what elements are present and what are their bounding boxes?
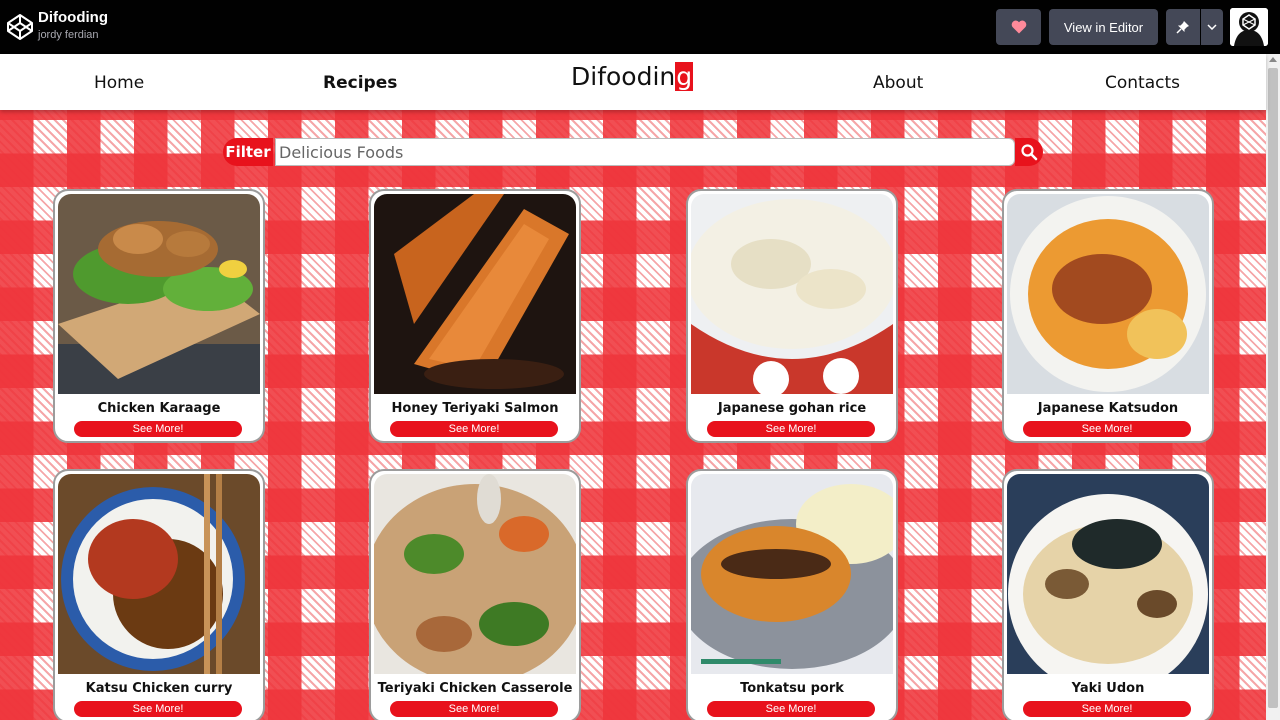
pen-title[interactable]: Difooding (38, 9, 108, 26)
codepen-header: Difooding jordy ferdian View in Editor (0, 0, 1280, 54)
recipe-title: Japanese Katsudon (1037, 401, 1179, 416)
user-avatar[interactable] (1230, 8, 1268, 46)
recipe-card[interactable]: Katsu Chicken curry See More! (53, 469, 265, 720)
nav-recipes[interactable]: Recipes (323, 73, 397, 93)
page-scrollbar[interactable] (1266, 54, 1280, 720)
pin-icon (1176, 21, 1189, 34)
recipe-image-katsudon[interactable] (1007, 194, 1209, 394)
view-in-editor-button[interactable]: View in Editor (1049, 9, 1158, 45)
search-input[interactable] (275, 138, 1015, 166)
nav-home[interactable]: Home (94, 73, 144, 93)
recipe-card[interactable]: Yaki Udon See More! (1002, 469, 1214, 720)
recipe-title: Katsu Chicken curry (85, 681, 233, 696)
see-more-button[interactable]: See More! (74, 421, 242, 437)
recipe-card[interactable]: Honey Teriyaki Salmon See More! (369, 189, 581, 443)
recipe-title: Teriyaki Chicken Casserole (377, 681, 573, 696)
chevron-down-icon (1207, 24, 1217, 30)
pin-options-button[interactable] (1201, 9, 1223, 45)
recipe-card[interactable]: Chicken Karaage See More! (53, 189, 265, 443)
recipe-title: Japanese gohan rice (717, 401, 867, 416)
love-button[interactable] (996, 9, 1041, 45)
scrollbar-thumb[interactable] (1268, 68, 1278, 708)
recipe-image-tonkatsu[interactable] (691, 474, 893, 674)
recipe-image-gohan-rice[interactable] (691, 194, 893, 394)
nav-about[interactable]: About (873, 73, 923, 93)
recipe-card[interactable]: Tonkatsu pork See More! (686, 469, 898, 720)
recipe-card[interactable]: Teriyaki Chicken Casserole See More! (369, 469, 581, 720)
see-more-button[interactable]: See More! (390, 421, 558, 437)
pen-author[interactable]: jordy ferdian (38, 29, 99, 41)
codepen-logo-icon[interactable] (6, 13, 34, 41)
recipe-title: Honey Teriyaki Salmon (391, 401, 559, 416)
recipe-title: Chicken Karaage (97, 401, 221, 416)
site-navbar: Home Recipes Difooding About Contacts (0, 54, 1266, 110)
search-icon (1021, 144, 1038, 161)
search-button[interactable] (1015, 138, 1043, 166)
see-more-button[interactable]: See More! (74, 701, 242, 717)
recipes-section: Filter Chicken Karaage See More! (0, 110, 1266, 720)
see-more-button[interactable]: See More! (707, 421, 875, 437)
see-more-button[interactable]: See More! (707, 701, 875, 717)
recipe-card[interactable]: Japanese gohan rice See More! (686, 189, 898, 443)
filter-button[interactable]: Filter (223, 138, 273, 166)
brand-text: Difoodin (571, 62, 676, 91)
avatar-image (1230, 8, 1268, 46)
recipe-image-yaki-udon[interactable] (1007, 474, 1209, 674)
recipe-image-teriyaki-casserole[interactable] (374, 474, 576, 674)
site-logo[interactable]: Difooding (571, 62, 694, 91)
heart-icon (1011, 20, 1026, 34)
recipe-title: Yaki Udon (1071, 681, 1145, 696)
recipe-title: Tonkatsu pork (740, 681, 844, 696)
scroll-up-arrow-icon[interactable] (1269, 57, 1277, 62)
see-more-button[interactable]: See More! (1023, 421, 1191, 437)
recipe-image-teriyaki-salmon[interactable] (374, 194, 576, 394)
pin-button[interactable] (1166, 9, 1200, 45)
recipe-card[interactable]: Japanese Katsudon See More! (1002, 189, 1214, 443)
recipe-image-chicken-karaage[interactable] (58, 194, 260, 394)
brand-highlight: g (675, 62, 694, 91)
see-more-button[interactable]: See More! (1023, 701, 1191, 717)
see-more-button[interactable]: See More! (390, 701, 558, 717)
nav-contacts[interactable]: Contacts (1105, 73, 1180, 93)
recipe-image-katsu-curry[interactable] (58, 474, 260, 674)
